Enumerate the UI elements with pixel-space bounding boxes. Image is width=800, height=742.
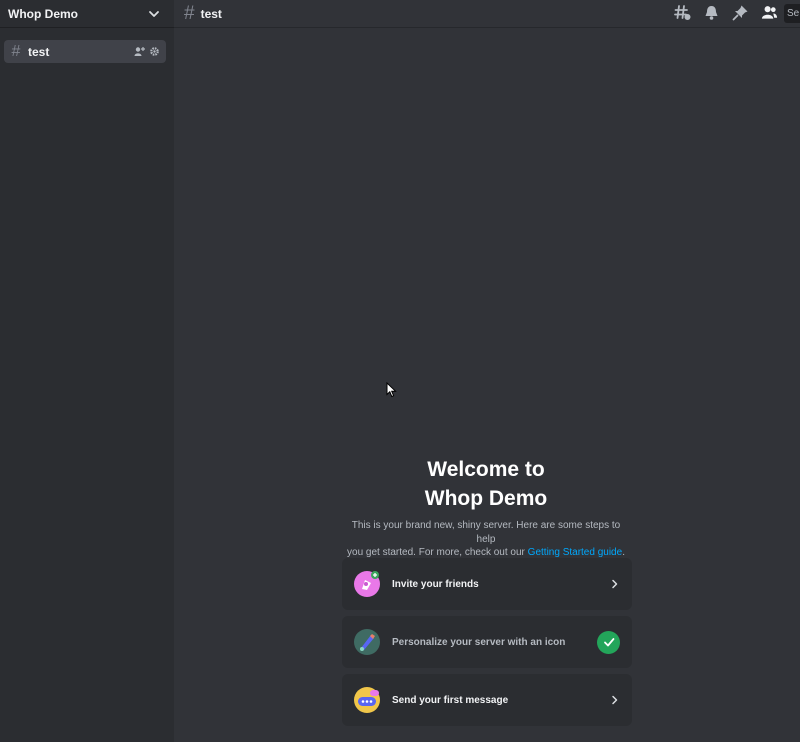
invite-friends-icon [354,571,380,597]
getting-started-link[interactable]: Getting Started guide [528,547,623,558]
welcome-section: Welcome to Whop Demo This is your brand … [341,455,631,560]
channel-item-test[interactable]: # test [4,40,166,63]
channel-title: test [200,6,222,21]
gear-icon[interactable] [149,46,160,57]
hashtag-icon: # [184,3,195,24]
chevron-right-icon [610,579,620,589]
pin-icon[interactable] [732,4,749,21]
server-name: Whop Demo [8,6,78,21]
channel-header: # test Se [174,0,800,28]
server-header[interactable]: Whop Demo [0,0,174,28]
welcome-description: This is your brand new, shiny server. He… [341,519,631,560]
search-input[interactable]: Se [784,4,800,23]
mouse-cursor-icon [386,381,398,398]
onboarding-cards: Invite your friends Personalize your ser… [342,558,632,732]
send-message-icon [354,687,380,713]
members-icon[interactable] [761,4,778,21]
bell-icon[interactable] [703,4,720,21]
channel-label: test [28,44,50,59]
chevron-right-icon [610,695,620,705]
card-label: Personalize your server with an icon [392,636,566,648]
card-label: Invite your friends [392,578,479,590]
create-invite-icon[interactable] [134,46,145,57]
chevron-down-icon[interactable] [148,8,160,20]
welcome-title-line-1: Welcome to [427,458,545,481]
checkmark-icon [597,630,620,654]
threads-icon[interactable] [674,4,691,21]
welcome-desc-line-1: This is your brand new, shiny server. He… [351,520,621,545]
hashtag-icon: # [11,42,21,60]
channel-list: # test [0,28,174,63]
channel-sidebar: Whop Demo # test [0,0,174,742]
personalize-icon [354,629,380,655]
invite-friends-card[interactable]: Invite your friends [342,558,632,610]
personalize-server-card[interactable]: Personalize your server with an icon [342,616,632,668]
card-label: Send your first message [392,694,509,706]
chat-area: # test Se Welcome to Whop Demo This is y… [174,0,800,742]
welcome-title-line-2: Whop Demo [424,487,548,510]
welcome-desc-prefix: you get started. For more, check out our [347,547,525,558]
welcome-title: Welcome to Whop Demo [341,455,631,513]
send-message-card[interactable]: Send your first message [342,674,632,726]
welcome-desc-suffix: . [622,547,625,558]
